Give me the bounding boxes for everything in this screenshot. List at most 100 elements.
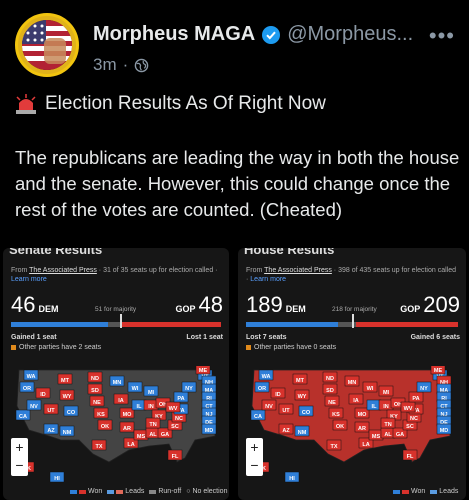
senate-map[interactable]: WA OR CA ID NV MT WY UT AZ CO NM ND SD NE KS OK TX MN IA MO… (9, 363, 223, 489)
source-rest: · 31 of 35 seats up for election called … (96, 267, 218, 274)
other-text: Other parties have 2 seats (19, 344, 102, 351)
state-label-sd: SD (91, 388, 99, 394)
zoom-out-button[interactable]: − (246, 456, 263, 474)
map-legend: Won Leads (388, 488, 458, 495)
legend-no-election: No election (192, 488, 228, 495)
post-header: Morpheus MAGA @Morpheus... ••• 3m · (15, 13, 455, 77)
state-label-md: MD (205, 428, 214, 434)
state-label-co: CO (67, 410, 76, 416)
dem-label: DEM (285, 304, 306, 314)
globe-icon (135, 58, 149, 72)
gop-label: GOP (175, 304, 196, 314)
legend-leads: Leads (125, 488, 145, 495)
other-text: Other parties have 0 seats (254, 344, 337, 351)
state-label-il: IL (137, 404, 143, 410)
state-label-mn: MN (348, 380, 357, 386)
source-prefix: From (246, 267, 265, 274)
state-label-id: ID (275, 392, 281, 398)
house-results-card[interactable]: House Results From The Associated Press … (238, 248, 466, 500)
state-label-ks: KS (332, 412, 340, 418)
senate-results-card[interactable]: Senate Results From The Associated Press… (3, 248, 229, 500)
state-label-nm: NM (298, 430, 307, 436)
state-label-wy: WY (298, 394, 307, 400)
dem-lost: Lost 7 seats (246, 334, 287, 341)
state-label-al: AL (384, 432, 392, 438)
state-label-ne: NE (328, 400, 336, 406)
uncalled-seat-bar (108, 322, 120, 327)
source-link[interactable]: The Associated Press (264, 267, 332, 274)
zoom-in-button[interactable]: + (246, 438, 263, 456)
state-label-sd: SD (326, 388, 334, 394)
state-label-sc: SC (171, 424, 179, 430)
gop-seats: 48 (198, 292, 223, 317)
legend-won: Won (411, 488, 426, 495)
gop-lost: Lost 1 seat (186, 334, 223, 341)
majority-marker (352, 314, 354, 328)
state-label-ga: GA (161, 432, 169, 438)
state-label-la: LA (362, 442, 369, 448)
dem-seats: 46 (11, 292, 36, 317)
flag-fist-icon (22, 20, 72, 70)
won-swatch-dem (393, 489, 400, 494)
house-map[interactable]: WA OR CA ID NV MT WY UT AZ CO NM ND SD NE KS OK TX MN IA MO… (244, 363, 460, 489)
state-label-ar: AR (358, 426, 366, 432)
state-label-mt: MT (296, 378, 305, 384)
senate-title: Senate Results (9, 248, 103, 257)
state-label-me: ME (434, 368, 443, 374)
learn-more-link[interactable]: Learn more (250, 276, 286, 283)
learn-more-link[interactable]: Learn more (11, 276, 47, 283)
state-label-mn: MN (113, 380, 122, 386)
state-label-nv: NV (265, 404, 273, 410)
runoff-swatch (149, 489, 157, 494)
state-label-il: IL (372, 404, 378, 410)
state-label-ms: MS (137, 434, 146, 440)
no-election-icon: ○ (186, 488, 191, 495)
other-parties: Other parties have 0 seats (246, 344, 336, 351)
post-title: Election Results As Of Right Now (15, 93, 326, 115)
map-legend: Won Leads Run-off ○ No election (65, 488, 227, 495)
won-swatch-dem (70, 489, 77, 494)
state-label-mo: MO (123, 412, 133, 418)
legend-won: Won (88, 488, 103, 495)
handle[interactable]: @Morpheus... (287, 23, 413, 46)
state-label-tx: TX (330, 444, 337, 450)
display-name[interactable]: Morpheus MAGA (93, 23, 255, 46)
senate-dem-count: 46 DEM (11, 292, 58, 318)
state-label-tn: TN (149, 422, 156, 428)
post-title-text: Election Results As Of Right Now (45, 93, 326, 114)
state-label-ok: OK (101, 424, 109, 430)
source-link[interactable]: The Associated Press (29, 267, 97, 274)
timestamp[interactable]: 3m (93, 55, 117, 75)
state-label-tn: TN (384, 422, 391, 428)
won-swatch-gop (79, 489, 86, 494)
state-label-ut: UT (282, 408, 290, 414)
legend-runoff: Run-off (158, 488, 182, 495)
dem-gained: Gained 1 seat (11, 334, 57, 341)
state-label-ca: CA (254, 414, 262, 420)
state-label-nv: NV (30, 404, 38, 410)
more-icon[interactable]: ••• (429, 23, 455, 49)
state-label-ny: NY (185, 386, 193, 392)
zoom-out-button[interactable]: − (11, 456, 28, 474)
gop-label: GOP (400, 304, 421, 314)
zoom-controls[interactable]: + − (11, 438, 28, 476)
state-label-ar: AR (123, 426, 131, 432)
majority-label: 218 for majority (332, 306, 377, 313)
house-gop-count: GOP 209 (397, 292, 460, 318)
state-label-ok: OK (336, 424, 344, 430)
state-label-nd: ND (91, 376, 99, 382)
zoom-controls[interactable]: + − (246, 438, 263, 476)
state-label-mt: MT (61, 378, 70, 384)
state-label-or: OR (23, 386, 31, 392)
house-source: From The Associated Press · 398 of 435 s… (246, 266, 456, 284)
state-label-ms: MS (372, 434, 381, 440)
zoom-in-button[interactable]: + (11, 438, 28, 456)
state-label-la: LA (127, 442, 134, 448)
dem-seats: 189 (246, 292, 283, 317)
avatar[interactable] (15, 13, 79, 77)
state-label-ca: CA (19, 414, 27, 420)
state-label-ia: IA (353, 398, 359, 404)
house-title: House Results (244, 248, 335, 257)
leads-swatch-dem (430, 489, 438, 494)
majority-label: 51 for majority (95, 306, 137, 313)
